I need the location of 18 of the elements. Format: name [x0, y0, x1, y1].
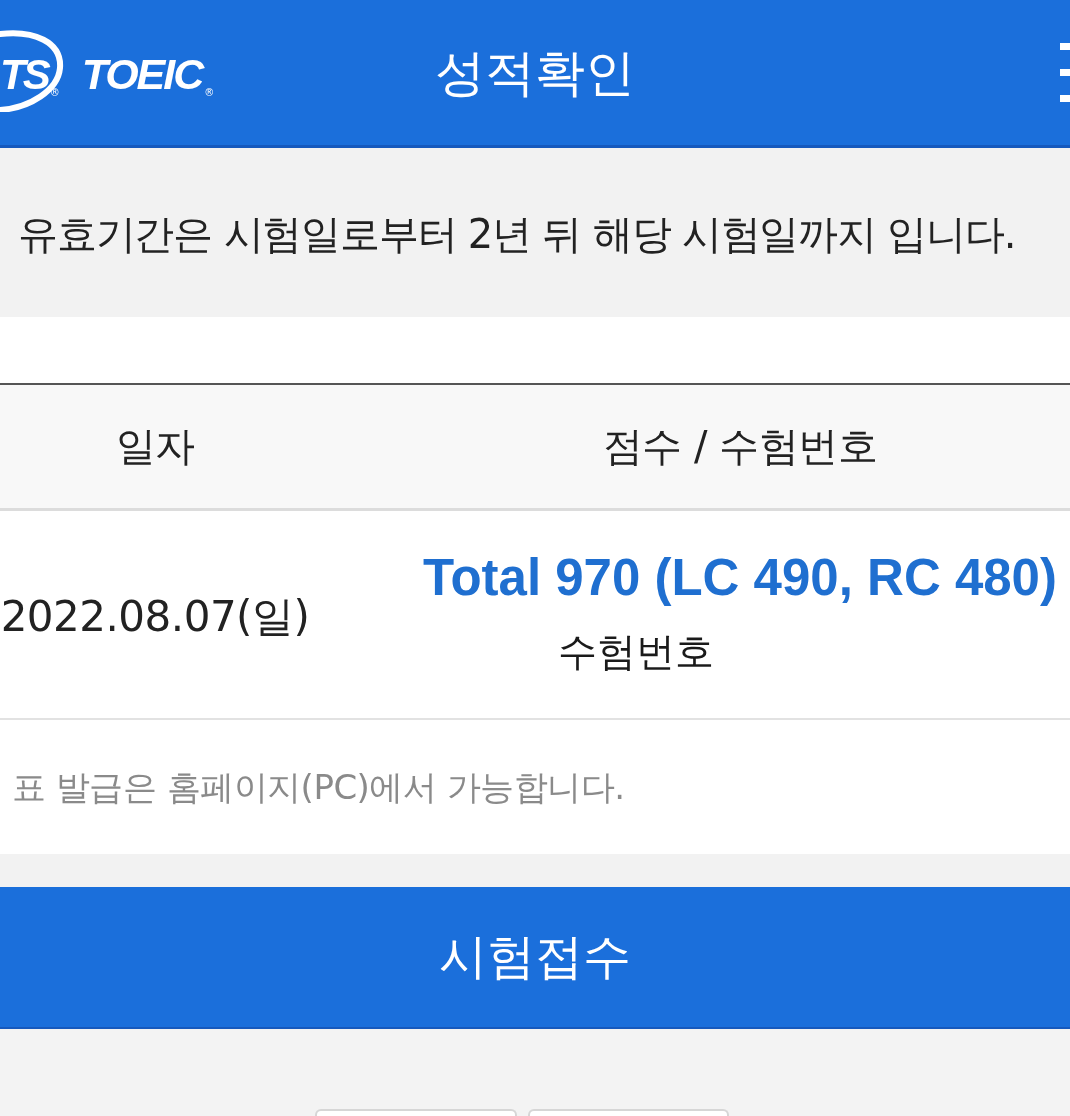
registered-mark: ®	[49, 87, 60, 98]
score-summary: Total 970 (LC 490, RC 480)	[423, 550, 1057, 607]
ellipse-swoosh-icon	[0, 27, 64, 112]
footer-button[interactable]	[315, 1109, 517, 1116]
logo-wordmark: TOEIC	[81, 53, 203, 96]
footnote-text: 표 발급은 홈페이지(PC)에서 가능합니다.	[12, 766, 625, 809]
notice-text: 유효기간은 시험일로부터 2년 뒤 해당 시험일까지 입니다.	[18, 210, 1016, 259]
column-header: 점수 / 수험번호	[602, 422, 878, 471]
exam-date: 2022.08.07(일)	[0, 590, 310, 643]
menu-icon	[1060, 43, 1070, 102]
page-title: 성적확인	[435, 42, 635, 103]
column-header: 일자	[115, 422, 195, 471]
exam-number-label: 수험번호	[558, 627, 714, 676]
logo-mark-text: TS	[0, 53, 48, 96]
menu-button[interactable]	[1060, 43, 1070, 102]
register-button[interactable]: 시험접수	[0, 887, 1070, 1029]
footer-button[interactable]	[528, 1109, 729, 1116]
registered-mark: ®	[204, 88, 215, 98]
